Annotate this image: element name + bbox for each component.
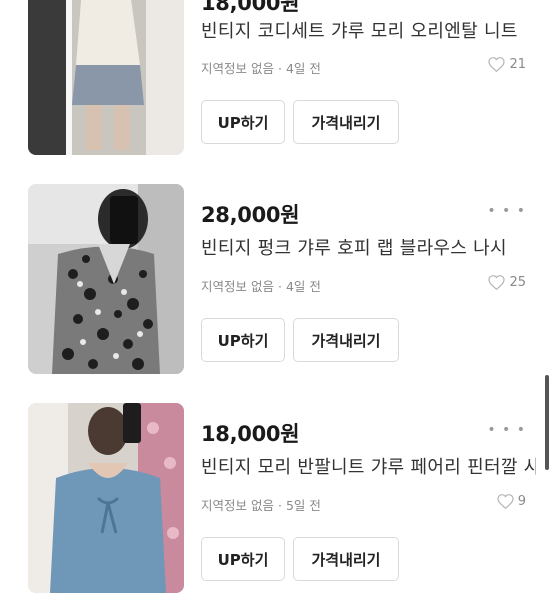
- meta-separator: ·: [277, 61, 282, 76]
- time-ago-text: 4일 전: [285, 61, 321, 76]
- product-list: 18,000원 빈티지 코디세트 갸루 모리 오리엔탈 니트 지역정보 없음 ·…: [0, 0, 554, 593]
- time-ago-text: 5일 전: [285, 498, 321, 513]
- like-count-value: 9: [517, 494, 526, 509]
- product-meta: 지역정보 없음 · 5일 전: [201, 495, 321, 514]
- location-text: 지역정보 없음: [201, 498, 274, 513]
- list-item[interactable]: 18,000원 빈티지 코디세트 갸루 모리 오리엔탈 니트 지역정보 없음 ·…: [0, 0, 554, 165]
- up-button[interactable]: UP하기: [201, 100, 285, 144]
- lower-price-button[interactable]: 가격내리기: [293, 318, 399, 362]
- list-item[interactable]: 28,000원 • • • 빈티지 펑크 갸루 호피 랩 블라우스 나시 지역정…: [0, 184, 554, 384]
- lower-price-button[interactable]: 가격내리기: [293, 100, 399, 144]
- heart-outline-icon: [488, 57, 506, 72]
- more-horizontal-icon[interactable]: • • •: [487, 204, 526, 218]
- list-item[interactable]: 18,000원 • • • 빈티지 모리 반팔니트 갸루 페어리 핀터깔 사 지…: [0, 403, 554, 603]
- location-text: 지역정보 없음: [201, 279, 274, 294]
- product-title[interactable]: 빈티지 펑크 갸루 호피 랩 블라우스 나시: [201, 234, 536, 260]
- meta-separator: ·: [277, 498, 282, 513]
- heart-outline-icon: [488, 275, 506, 290]
- product-meta: 지역정보 없음 · 4일 전: [201, 276, 321, 295]
- like-count[interactable]: 25: [488, 275, 526, 290]
- product-thumbnail[interactable]: [28, 403, 184, 593]
- product-title[interactable]: 빈티지 모리 반팔니트 갸루 페어리 핀터깔 사: [201, 453, 536, 479]
- product-title[interactable]: 빈티지 코디세트 갸루 모리 오리엔탈 니트: [201, 17, 536, 43]
- product-thumbnail[interactable]: [28, 0, 184, 155]
- product-price: 28,000원: [201, 203, 300, 227]
- scrollbar[interactable]: [545, 375, 549, 470]
- location-text: 지역정보 없음: [201, 61, 274, 76]
- product-meta: 지역정보 없음 · 4일 전: [201, 58, 321, 77]
- up-button[interactable]: UP하기: [201, 318, 285, 362]
- like-count-value: 21: [509, 57, 526, 72]
- like-count-value: 25: [509, 275, 526, 290]
- like-count[interactable]: 21: [488, 57, 526, 72]
- product-price: 18,000원: [201, 422, 300, 446]
- time-ago-text: 4일 전: [285, 279, 321, 294]
- up-button[interactable]: UP하기: [201, 537, 285, 581]
- more-horizontal-icon[interactable]: • • •: [487, 423, 526, 437]
- heart-outline-icon: [497, 494, 514, 509]
- product-price: 18,000원: [201, 0, 300, 15]
- lower-price-button[interactable]: 가격내리기: [293, 537, 399, 581]
- meta-separator: ·: [277, 279, 282, 294]
- product-thumbnail[interactable]: [28, 184, 184, 374]
- like-count[interactable]: 9: [497, 494, 526, 509]
